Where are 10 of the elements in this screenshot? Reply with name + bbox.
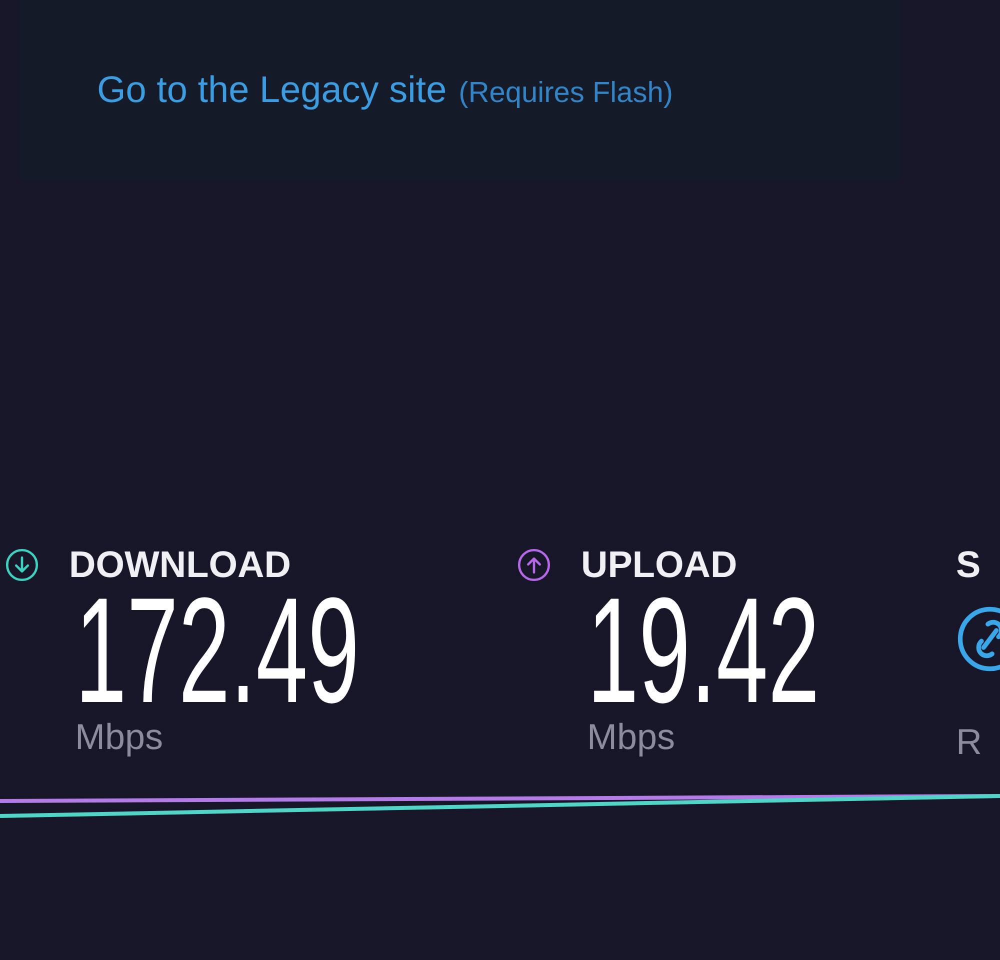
metric-unit: Mbps (587, 715, 676, 759)
metric-value: 172.49 (75, 585, 360, 715)
metric-unit: R (956, 720, 983, 764)
requires-flash-note: (Requires Flash) (458, 76, 674, 111)
metric-value: 19.42 (587, 585, 820, 715)
metric-label: S (956, 545, 982, 585)
metric-label: UPLOAD (581, 545, 738, 585)
legacy-site-link[interactable]: Go to the Legacy site (97, 62, 447, 118)
metric-unit: Mbps (75, 715, 164, 759)
metric-label: DOWNLOAD (69, 545, 291, 585)
